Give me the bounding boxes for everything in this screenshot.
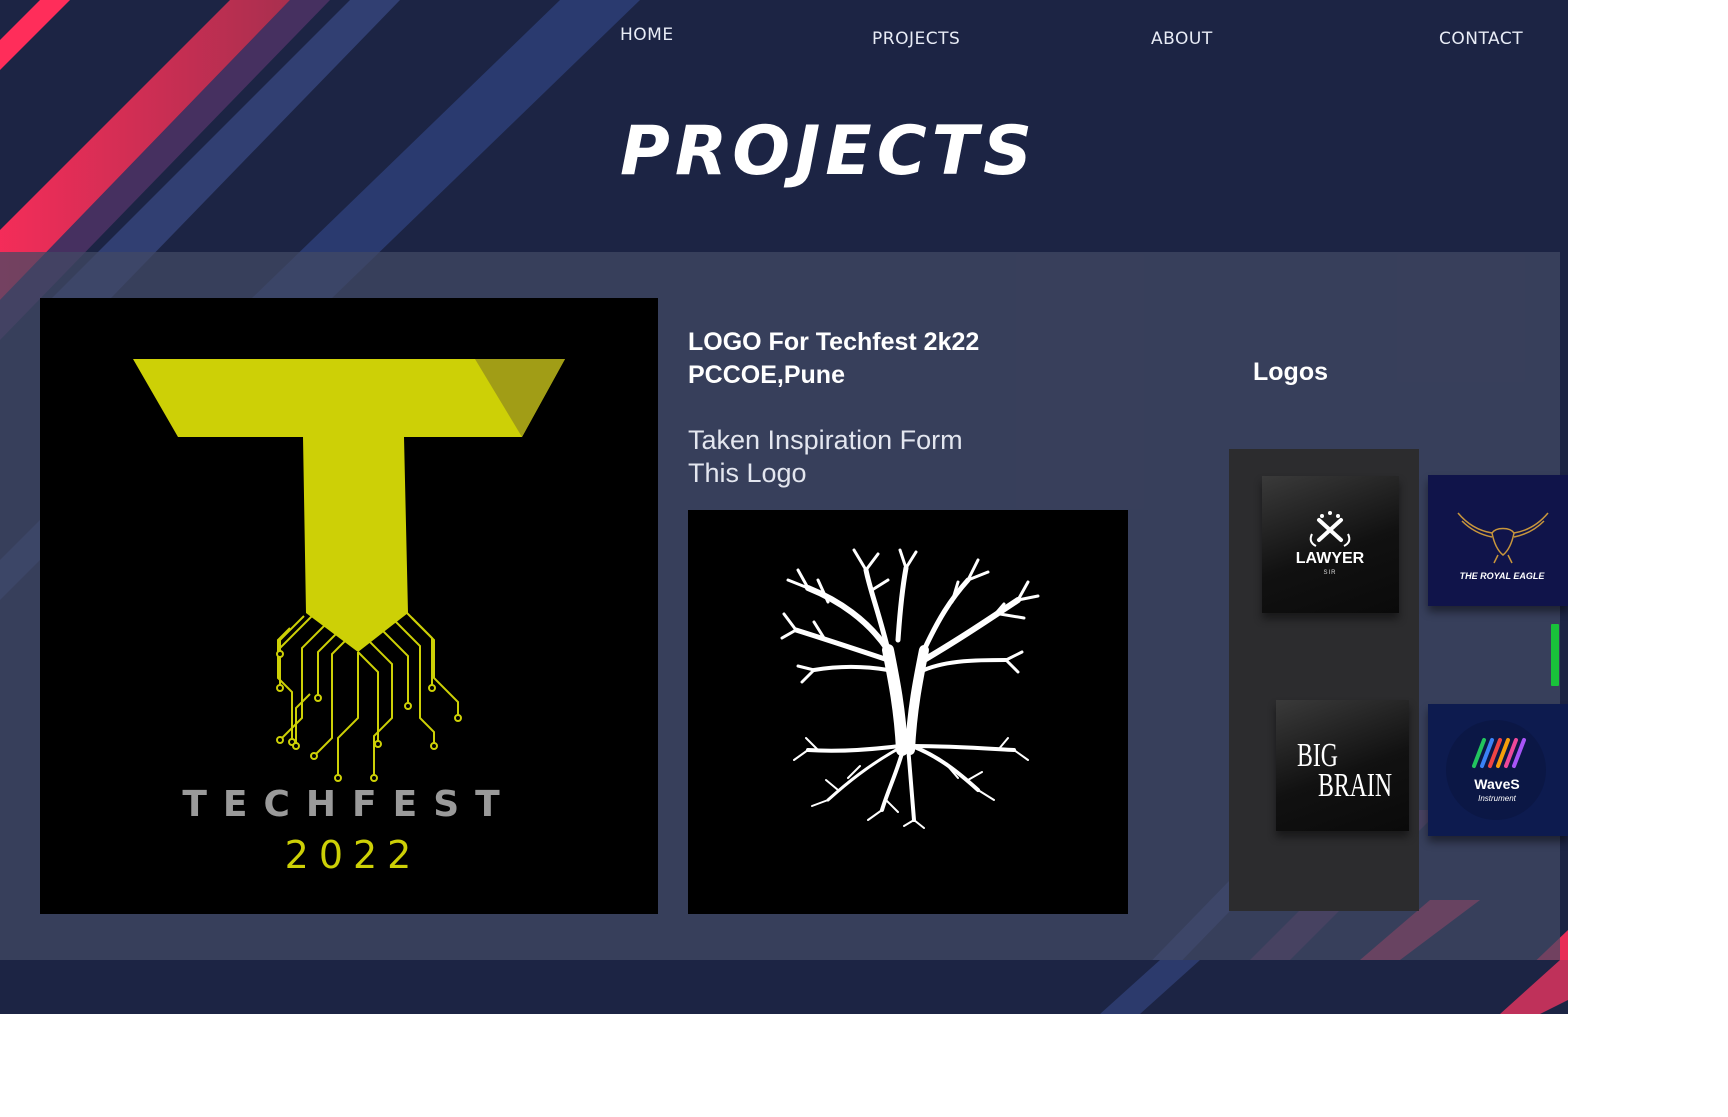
logos-heading: Logos xyxy=(1253,358,1328,386)
logo-card-lawyer[interactable]: LAWYER SIR xyxy=(1262,476,1399,613)
waves-sub: Instrument xyxy=(1478,794,1517,803)
eagle-name: THE ROYAL EAGLE xyxy=(1460,571,1546,581)
logo-card-royal-eagle[interactable]: THE ROYAL EAGLE xyxy=(1428,475,1568,606)
scroll-indicator[interactable] xyxy=(1551,624,1559,686)
nav-contact[interactable]: CONTACT xyxy=(1439,29,1523,49)
eagle-logo-icon: THE ROYAL EAGLE xyxy=(1457,512,1549,581)
logo-card-waves[interactable]: WaveS Instrument xyxy=(1428,704,1568,836)
project-title-line2: PCCOE,Pune xyxy=(688,361,845,389)
lawyer-sub: SIR xyxy=(1323,570,1336,576)
project-title: LOGO For Techfest 2k22 PCCOE,Pune xyxy=(688,326,979,392)
page-title: PROJECTS xyxy=(620,112,1038,191)
website-viewport: HOME PROJECTS ABOUT CONTACT PROJECTS TEC… xyxy=(0,0,1568,1014)
project-desc-line1: Taken Inspiration Form xyxy=(688,425,963,455)
nav-about[interactable]: ABOUT xyxy=(1151,29,1213,49)
footer-band xyxy=(0,960,1568,1014)
big-brain-logo-icon: BIG BRAIN xyxy=(1297,737,1392,804)
techfest-word: TECHFEST xyxy=(182,784,515,825)
techfest-year: 2022 xyxy=(285,833,422,877)
techfest-logo-image: TECHFEST 2022 xyxy=(40,298,658,914)
nav-home[interactable]: HOME xyxy=(620,25,674,45)
nav-projects[interactable]: PROJECTS xyxy=(872,29,960,49)
lawyer-name: LAWYER xyxy=(1296,550,1365,567)
lawyer-logo-icon: LAWYER SIR xyxy=(1296,511,1365,576)
waves-name: WaveS xyxy=(1474,776,1519,792)
waves-logo-icon: WaveS Instrument xyxy=(1446,720,1546,820)
project-title-line1: LOGO For Techfest 2k22 xyxy=(688,328,980,356)
tree-inspiration-image xyxy=(688,510,1128,914)
big-brain-line2: BRAIN xyxy=(1318,767,1392,804)
logo-card-big-brain[interactable]: BIG BRAIN xyxy=(1276,700,1409,831)
project-description: Taken Inspiration Form This Logo xyxy=(688,424,963,490)
page: HOME PROJECTS ABOUT CONTACT PROJECTS TEC… xyxy=(0,0,1728,1117)
tree-icon xyxy=(780,548,1040,829)
project-desc-line2: This Logo xyxy=(688,458,807,488)
techfest-logo-graphic: TECHFEST 2022 xyxy=(133,359,565,877)
